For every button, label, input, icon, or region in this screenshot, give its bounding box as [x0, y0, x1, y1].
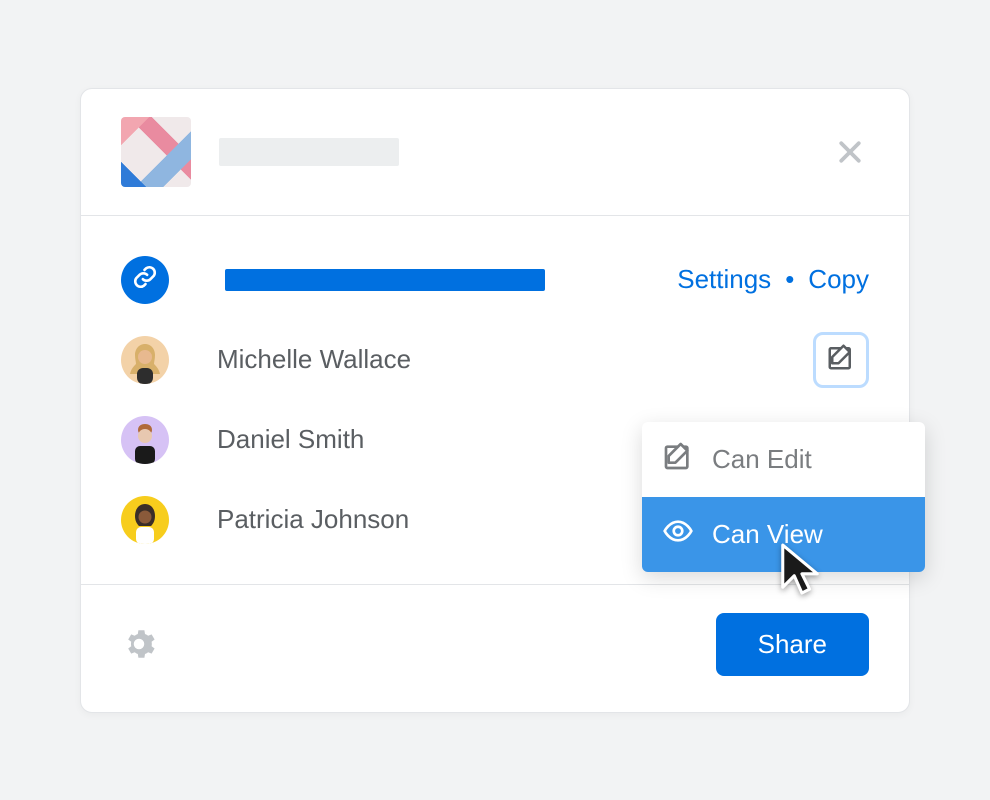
modal-footer: Share	[81, 584, 909, 712]
link-icon	[132, 264, 158, 295]
person-name: Patricia Johnson	[217, 504, 409, 535]
gear-icon	[121, 626, 157, 662]
person-name: Daniel Smith	[217, 424, 364, 455]
settings-button[interactable]	[121, 626, 157, 662]
link-settings[interactable]: Settings	[677, 264, 771, 295]
share-button[interactable]: Share	[716, 613, 869, 676]
permission-button[interactable]	[813, 332, 869, 388]
avatar	[121, 496, 169, 544]
dropdown-item-can-edit[interactable]: Can Edit	[642, 422, 925, 497]
modal-header	[81, 89, 909, 216]
file-thumbnail	[121, 117, 191, 187]
view-icon	[662, 515, 694, 554]
edit-icon	[826, 342, 856, 377]
share-modal: Settings • Copy Michelle Wallace	[80, 88, 910, 713]
separator-dot: •	[785, 264, 794, 295]
share-link-row: Settings • Copy	[121, 240, 869, 320]
avatar	[121, 336, 169, 384]
link-badge	[121, 256, 169, 304]
person-name: Michelle Wallace	[217, 344, 411, 375]
file-title-placeholder	[219, 138, 399, 166]
avatar	[121, 416, 169, 464]
close-button[interactable]	[831, 133, 869, 171]
person-row: Michelle Wallace	[121, 320, 869, 400]
share-link-placeholder	[225, 269, 545, 291]
close-icon	[835, 137, 865, 167]
link-actions: Settings • Copy	[677, 264, 869, 295]
dropdown-item-label: Can Edit	[712, 444, 812, 475]
cursor-icon	[777, 541, 823, 599]
link-copy[interactable]: Copy	[808, 264, 869, 295]
edit-icon	[662, 440, 694, 479]
